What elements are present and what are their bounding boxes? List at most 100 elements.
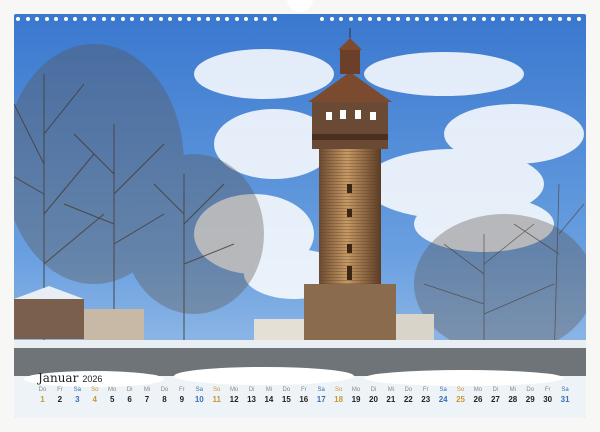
water-tower-photo	[14, 14, 586, 418]
weekday-label: Fr	[57, 387, 63, 393]
binding-hole	[130, 17, 134, 21]
binding-hole	[377, 17, 381, 21]
binding-hole	[491, 17, 495, 21]
day-cell: Di 6	[121, 386, 138, 405]
day-cell: Mo 19	[348, 386, 365, 405]
hanger-notch	[287, 0, 313, 12]
weekday-label: Fr	[179, 387, 185, 393]
weekday-label: Do	[38, 387, 47, 393]
day-row: Do 1 Fr 2 Sa 3 So 4 Mo 5 Di 6 Mi 7 Do 8 Fr 9 Sa 10 So 11 Mo 12 D…	[34, 386, 574, 414]
binding-hole	[538, 17, 543, 21]
binding-hole	[139, 17, 144, 21]
day-cell: Mo 12	[226, 386, 243, 405]
weekday-label: Mo	[473, 387, 483, 393]
day-number: 10	[194, 395, 204, 404]
day-number: 14	[264, 395, 274, 404]
binding-hole	[434, 17, 438, 21]
day-number: 25	[456, 395, 466, 404]
binding-hole	[120, 17, 125, 21]
day-cell: Sa 17	[313, 386, 330, 405]
weekday-label: Di	[248, 387, 255, 393]
day-cell: Sa 10	[191, 386, 208, 405]
binding-hole	[358, 17, 362, 21]
weekday-label: Mo	[351, 387, 361, 393]
binding-hole	[158, 17, 163, 21]
binding-hole	[101, 17, 106, 21]
month-year: 2026	[82, 374, 103, 384]
day-number: 26	[473, 395, 483, 404]
binding-hole	[16, 17, 20, 21]
day-number: 28	[508, 395, 518, 404]
day-cell: Mo 26	[469, 386, 486, 405]
binding-hole	[82, 17, 87, 21]
day-number: 27	[490, 395, 500, 404]
day-cell: Fr 2	[51, 386, 68, 405]
binding-hole	[339, 17, 343, 21]
weekday-label: Mo	[108, 387, 117, 393]
day-number: 2	[57, 395, 63, 404]
day-number: 16	[299, 395, 309, 404]
day-number: 7	[144, 395, 150, 404]
weekday-label: Fr	[300, 387, 307, 393]
binding-hole	[348, 17, 353, 21]
day-number: 22	[403, 395, 413, 404]
weekday-label: Sa	[439, 387, 447, 393]
binding-hole	[481, 17, 486, 21]
day-number: 17	[316, 395, 326, 404]
day-cell: Mi 14	[260, 386, 277, 405]
day-cell: Sa 24	[435, 386, 452, 405]
binding-hole	[405, 17, 410, 21]
weekday-label: Do	[282, 387, 291, 393]
day-number: 19	[351, 395, 361, 404]
weekday-label: Sa	[195, 387, 203, 393]
weekday-label: Sa	[561, 387, 569, 393]
weekday-label: Mi	[509, 387, 516, 393]
binding-hole	[263, 17, 267, 21]
day-cell: Fr 9	[173, 386, 190, 405]
day-number: 23	[421, 395, 431, 404]
binding-hole	[329, 17, 334, 21]
day-number: 3	[75, 395, 80, 404]
weekday-label: So	[213, 387, 221, 393]
weekday-label: Mi	[265, 387, 273, 393]
binding-hole	[386, 17, 391, 21]
day-cell: Sa 31	[557, 386, 574, 405]
binding-hole	[272, 17, 277, 21]
weekday-label: Sa	[73, 387, 81, 393]
weekday-label: Di	[370, 387, 377, 393]
binding-hole	[396, 17, 400, 21]
day-number: 29	[525, 395, 535, 404]
day-number: 4	[92, 395, 97, 404]
day-number: 8	[162, 395, 167, 404]
day-number: 20	[369, 395, 378, 404]
binding-hole	[548, 17, 552, 21]
day-number: 15	[281, 395, 291, 404]
weekday-label: Mi	[387, 387, 395, 393]
binding-hole	[443, 17, 448, 21]
binding-hole	[168, 17, 172, 21]
weekday-label: Do	[526, 387, 535, 393]
day-number: 6	[127, 395, 132, 404]
binding-hole	[519, 17, 524, 21]
binding-hole	[529, 17, 533, 21]
day-cell: Mi 7	[139, 386, 156, 405]
day-cell: Mi 28	[504, 386, 521, 405]
day-cell: Mi 21	[382, 386, 399, 405]
binding-hole	[415, 17, 419, 21]
binding-hole	[500, 17, 505, 21]
month-calendar: Januar 2026 Do 1 Fr 2 Sa 3 So 4 Mo 5 Di 6 Mi 7 Do 8 Fr 9 Sa…	[14, 368, 586, 418]
binding-hole	[73, 17, 77, 21]
binding-hole	[472, 17, 476, 21]
binding-hole	[567, 17, 571, 21]
weekday-label: Do	[404, 387, 413, 393]
day-cell: Mo 5	[104, 386, 121, 405]
day-number: 24	[438, 395, 448, 404]
binding-hole	[244, 17, 248, 21]
binding-hole	[111, 17, 115, 21]
weekday-label: So	[456, 387, 465, 393]
day-cell: So 18	[330, 386, 347, 405]
binding-hole	[225, 17, 229, 21]
binding-hole	[177, 17, 182, 21]
day-number: 31	[560, 395, 570, 404]
binding-hole	[149, 17, 153, 21]
